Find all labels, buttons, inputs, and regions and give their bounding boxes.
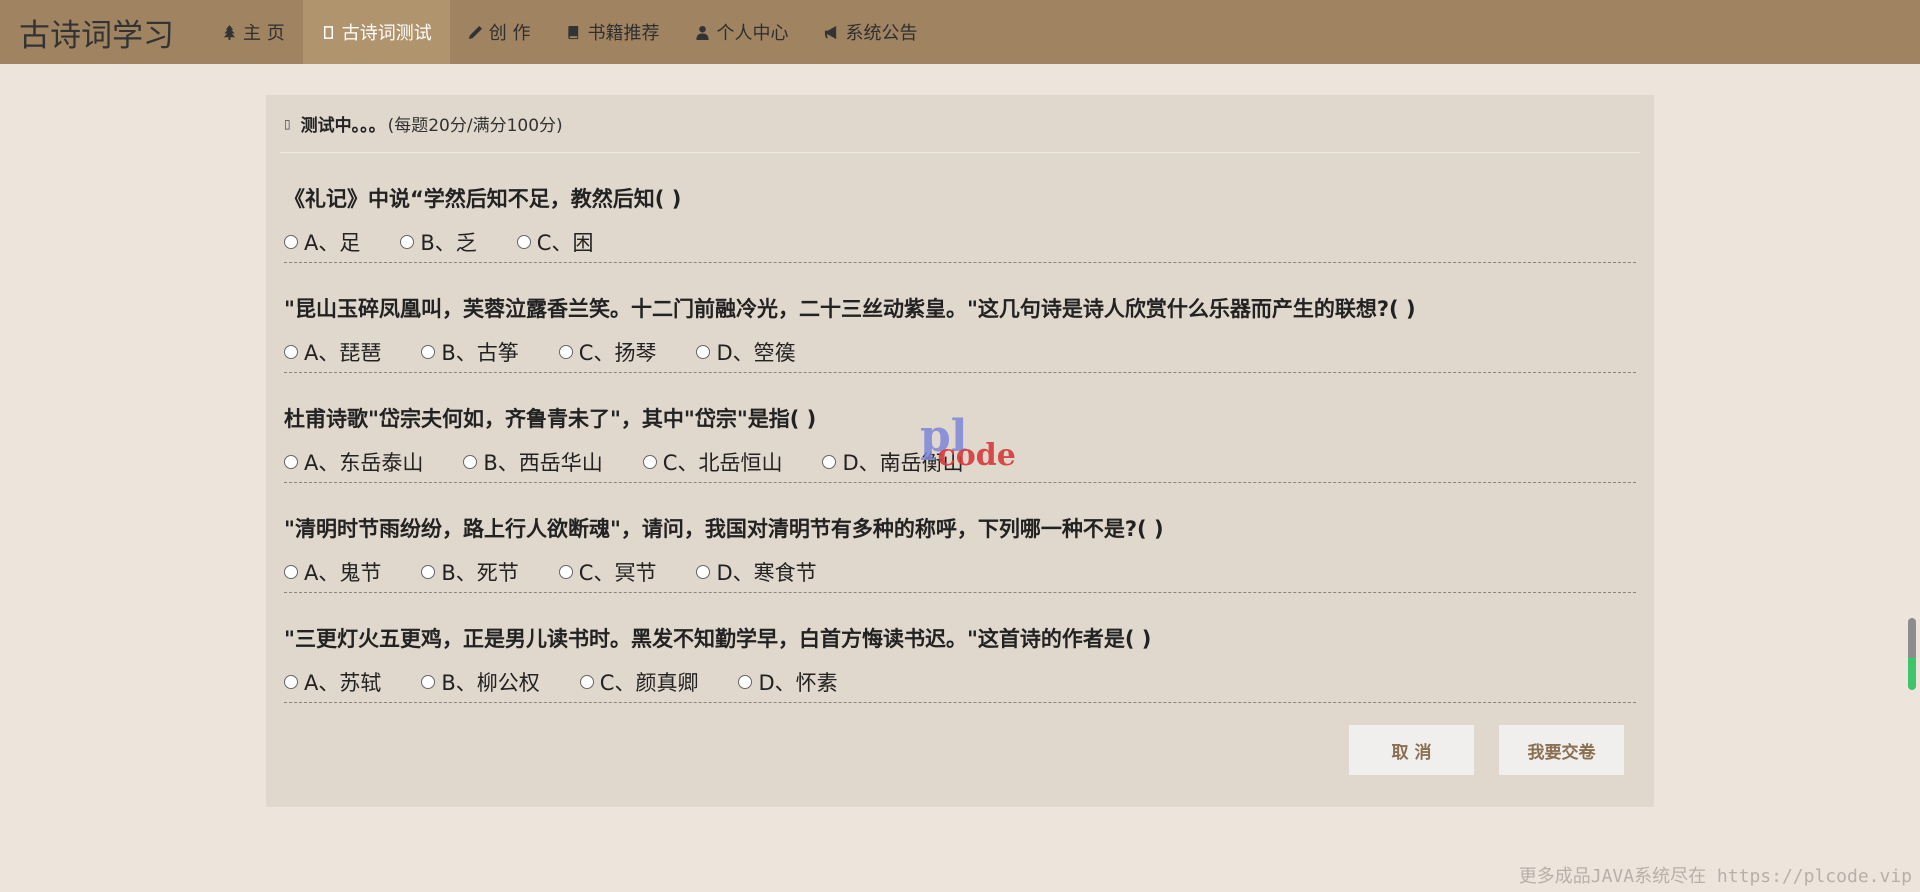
option-label: B、柳公权 [441,671,540,695]
option-label: C、颜真卿 [599,671,699,695]
question-text: "清明时节雨纷纷，路上行人欲断魂"，请问，我国对清明节有多种的称呼，下列哪一种不… [284,517,1164,541]
submit-exam-button[interactable]: 我要交卷 [1499,725,1624,775]
option-label: C、冥节 [578,561,657,585]
option-d[interactable]: D、箜篌 [696,337,796,367]
radio-button[interactable] [558,345,573,359]
plcode-watermark: plcode [920,415,1046,474]
option-d[interactable]: D、寒食节 [696,557,817,587]
radio-button[interactable] [822,455,837,469]
option-b[interactable]: B、柳公权 [421,667,540,697]
option-a[interactable]: A、鬼节 [284,557,381,587]
radio-button[interactable] [463,455,478,469]
option-label: A、苏轼 [304,671,382,695]
option-c[interactable]: C、扬琴 [558,337,657,367]
option-b[interactable]: B、西岳华山 [463,447,603,477]
option-label: C、困 [536,231,594,255]
nav-item-home[interactable]: 主 页 [204,0,303,64]
clipboard-icon: ▯ [284,116,291,131]
option-label: B、古筝 [441,341,519,365]
option-label: A、足 [304,231,361,255]
question-5: "三更灯火五更鸡，正是男儿读书时。黑发不知勤学早，白首方悔读书迟。"这首诗的作者… [284,593,1636,703]
option-b[interactable]: B、乏 [400,227,477,257]
option-label: D、怀素 [758,671,838,695]
radio-button[interactable] [284,675,298,689]
option-label: D、寒食节 [716,561,817,585]
option-label: B、死节 [441,561,519,585]
option-c[interactable]: C、冥节 [558,557,657,587]
nav-item-book-recommend[interactable]: 书籍推荐 [548,0,677,64]
nav-item-create[interactable]: 创 作 [450,0,549,64]
radio-button[interactable] [421,565,436,579]
option-group: A、足 B、乏 C、困 [284,227,1636,257]
radio-button[interactable] [738,675,753,689]
option-c[interactable]: C、颜真卿 [579,667,699,697]
radio-button[interactable] [421,675,436,689]
footer-note: 更多成品JAVA系统尽在 https://plcode.vip [1518,866,1912,887]
nav-item-label: 个人中心 [716,23,789,44]
option-label: B、乏 [420,231,477,255]
nav-item-announcement[interactable]: 系统公告 [806,0,935,64]
nav-item-profile[interactable]: 个人中心 [677,0,806,64]
brand-logo[interactable]: 古诗词学习 [0,0,204,64]
option-a[interactable]: A、东岳泰山 [284,447,423,477]
option-d[interactable]: D、怀素 [738,667,838,697]
nav-item-label: 古诗词测试 [341,23,432,44]
option-c[interactable]: C、北岳恒山 [642,447,783,477]
radio-button[interactable] [558,565,573,579]
option-c[interactable]: C、困 [516,227,594,257]
pencil-icon [468,25,483,40]
nav-item-poetry-test[interactable]: 古诗词测试 [302,0,450,64]
action-buttons: 取 消 我要交卷 [1324,725,1624,775]
option-label: A、鬼节 [304,561,382,585]
bullhorn-icon [824,25,839,40]
test-icon [321,25,336,40]
radio-button[interactable] [516,235,531,249]
nav-item-label: 书籍推荐 [587,23,660,44]
question-text: "三更灯火五更鸡，正是男儿读书时。黑发不知勤学早，白首方悔读书迟。"这首诗的作者… [284,627,1152,651]
nav-item-label: 创 作 [488,23,531,44]
radio-button[interactable] [421,345,436,359]
question-text: "昆山玉碎凤凰叫，芙蓉泣露香兰笑。十二门前融冷光，二十三丝动紫皇。"这几句诗是诗… [284,297,1416,321]
option-label: D、箜篌 [716,341,796,365]
nav-item-label: 主 页 [243,23,285,44]
option-b[interactable]: B、古筝 [421,337,519,367]
option-label: A、东岳泰山 [304,451,424,475]
top-navbar: 古诗词学习 主 页 古诗词测试 创 作 书籍推荐 个人中心 系统公告 [0,0,1920,64]
radio-button[interactable] [400,235,415,249]
question-text: 《礼记》中说“学然后知不足，教然后知( ) [284,187,682,211]
tree-icon [222,24,237,40]
radio-button[interactable] [579,675,594,689]
option-group: A、鬼节 B、死节 C、冥节 D、寒食节 [284,557,1636,587]
radio-button[interactable] [284,235,298,249]
radio-button[interactable] [284,345,298,359]
book-icon [566,25,581,40]
test-status: 测试中。。。 [300,116,386,136]
option-group: A、琵琶 B、古筝 C、扬琴 D、箜篌 [284,337,1636,367]
option-a[interactable]: A、琵琶 [284,337,381,367]
option-a[interactable]: A、足 [284,227,360,257]
question-1: 《礼记》中说“学然后知不足，教然后知( ) A、足 B、乏 C、困 [284,153,1636,263]
radio-button[interactable] [284,455,298,469]
option-label: B、西岳华山 [483,451,603,475]
option-label: C、扬琴 [578,341,657,365]
option-a[interactable]: A、苏轼 [284,667,381,697]
radio-button[interactable] [696,345,711,359]
score-note: (每题20分/满分100分) [387,116,563,136]
option-b[interactable]: B、死节 [421,557,519,587]
option-label: C、北岳恒山 [662,451,783,475]
option-group: A、苏轼 B、柳公权 C、颜真卿 D、怀素 [284,667,1636,697]
cancel-button[interactable]: 取 消 [1349,725,1474,775]
nav-item-label: 系统公告 [845,23,918,44]
question-4: "清明时节雨纷纷，路上行人欲断魂"，请问，我国对清明节有多种的称呼，下列哪一种不… [284,483,1636,593]
radio-button[interactable] [284,565,298,579]
user-icon [695,25,710,40]
option-label: A、琵琶 [304,341,382,365]
scroll-indicator[interactable] [1908,618,1916,690]
watermark-part-b: code [937,438,1016,473]
panel-header: ▯ 测试中。。。 (每题20分/满分100分) [280,95,1640,153]
radio-button[interactable] [696,565,711,579]
question-2: "昆山玉碎凤凰叫，芙蓉泣露香兰笑。十二门前融冷光，二十三丝动紫皇。"这几句诗是诗… [284,263,1636,373]
radio-button[interactable] [642,455,657,469]
